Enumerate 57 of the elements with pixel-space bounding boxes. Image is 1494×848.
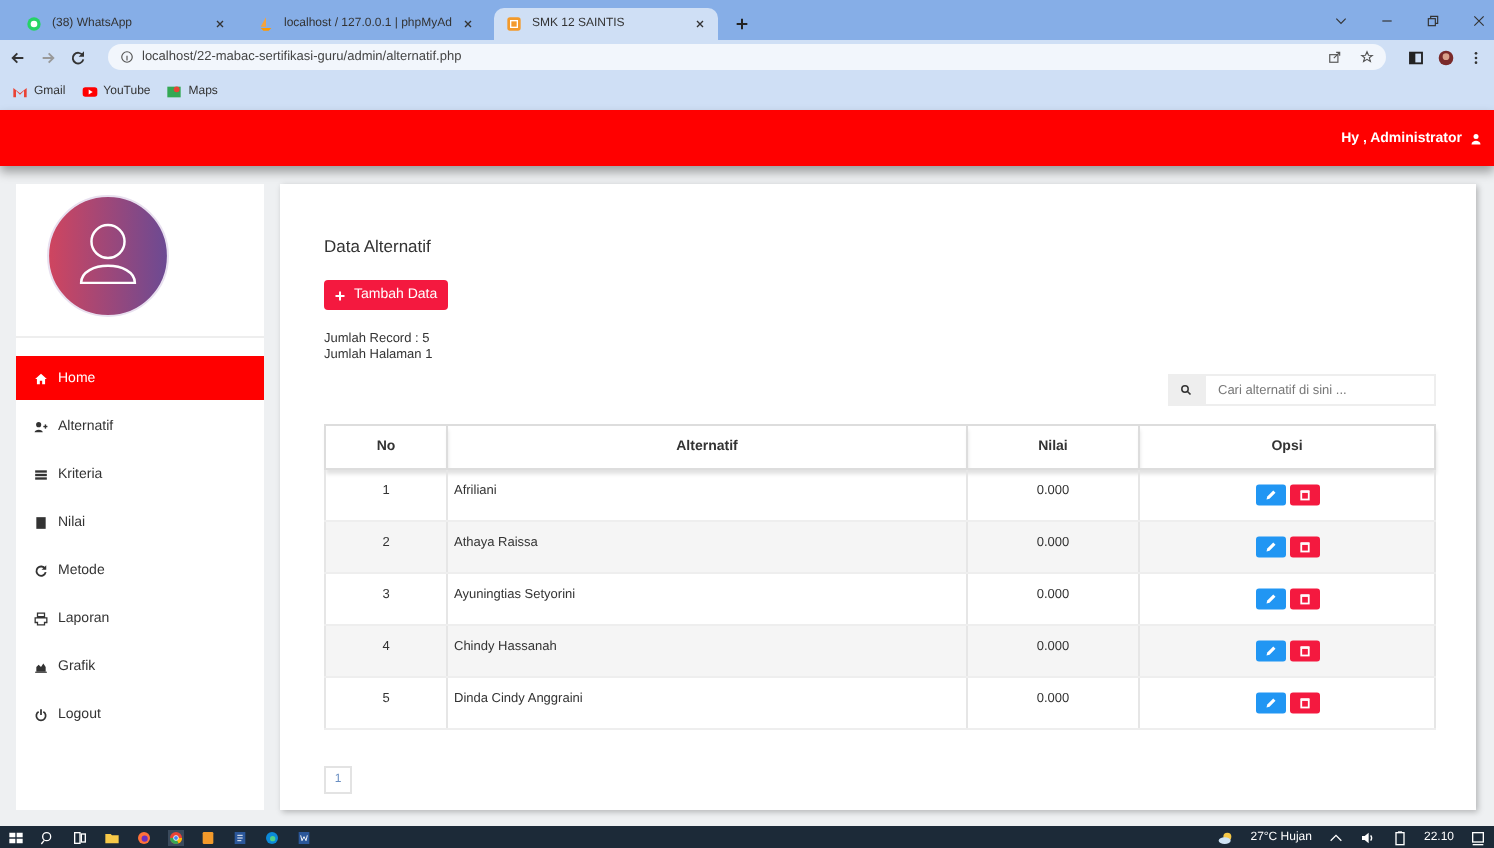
home-icon	[34, 371, 48, 385]
side-panel-icon[interactable]	[1408, 49, 1424, 65]
square-icon	[505, 16, 522, 32]
windows-icon[interactable]	[8, 829, 24, 845]
weather-icon	[1218, 829, 1235, 845]
task-view-icon[interactable]	[72, 829, 88, 845]
avatar-icon	[46, 194, 170, 318]
printer-icon	[34, 611, 48, 625]
star-icon[interactable]	[1360, 50, 1374, 64]
close-icon[interactable]	[461, 18, 474, 30]
page-title: Data Alternatif	[324, 236, 433, 256]
firefox-icon[interactable]	[136, 829, 152, 845]
search-icon[interactable]	[40, 829, 56, 845]
whatsapp-icon	[26, 16, 42, 32]
delete-button[interactable]	[1289, 692, 1319, 714]
speaker-icon[interactable]	[1359, 829, 1376, 845]
edit-button[interactable]	[1255, 484, 1285, 506]
edit-button[interactable]	[1255, 588, 1285, 610]
area-chart-icon	[34, 659, 48, 673]
reload-icon[interactable]	[70, 49, 86, 65]
sailboat-icon	[258, 16, 274, 32]
restore-icon[interactable]	[1426, 13, 1440, 27]
share-icon[interactable]	[1328, 50, 1342, 64]
edit-button[interactable]	[1255, 640, 1285, 662]
delete-button[interactable]	[1289, 588, 1319, 610]
user-icon	[1470, 131, 1482, 145]
word-icon[interactable]	[296, 829, 312, 845]
delete-button[interactable]	[1289, 640, 1319, 662]
new-tab-icon[interactable]	[733, 16, 750, 32]
users-icon	[34, 419, 48, 433]
battery-icon[interactable]	[1391, 829, 1408, 845]
search-icon	[1168, 374, 1204, 406]
refresh-icon	[34, 563, 48, 577]
close-icon[interactable]	[693, 18, 706, 30]
map-pin-icon	[166, 84, 183, 100]
folder-icon[interactable]	[104, 829, 120, 845]
delete-button[interactable]	[1289, 484, 1319, 506]
list-icon	[34, 467, 48, 481]
info-icon	[120, 50, 134, 64]
edge-icon[interactable]	[264, 829, 280, 845]
document-icon[interactable]	[232, 829, 248, 845]
close-icon[interactable]	[1472, 13, 1486, 27]
app-icon[interactable]	[200, 829, 216, 845]
edit-button[interactable]	[1255, 536, 1285, 558]
close-icon[interactable]	[214, 18, 226, 30]
plus-icon	[334, 289, 346, 301]
chevron-up-icon[interactable]	[1327, 829, 1344, 845]
mail-icon	[12, 84, 28, 100]
chevron-down-icon[interactable]	[1334, 13, 1348, 27]
notification-icon[interactable]	[1470, 829, 1486, 845]
back-icon[interactable]	[10, 49, 26, 65]
edit-button[interactable]	[1255, 692, 1285, 714]
play-icon	[81, 84, 98, 100]
delete-button[interactable]	[1289, 536, 1319, 558]
avatar-icon[interactable]	[1438, 49, 1454, 65]
power-icon	[34, 707, 48, 721]
chrome-icon[interactable]	[168, 829, 184, 845]
